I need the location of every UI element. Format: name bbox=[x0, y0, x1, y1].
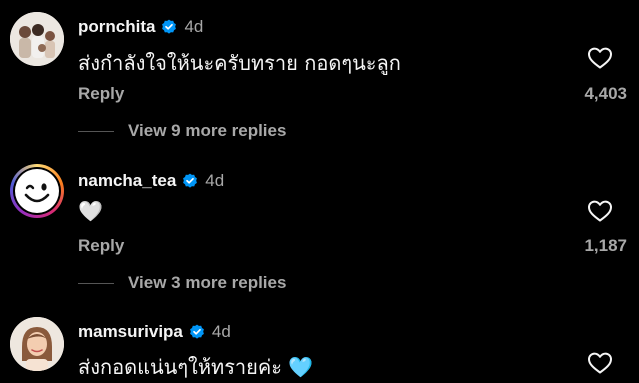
heart-icon[interactable] bbox=[587, 351, 613, 375]
view-more-replies[interactable]: View 9 more replies bbox=[78, 121, 286, 141]
comment-header: namcha_tea 4d bbox=[78, 169, 224, 193]
view-more-replies[interactable]: View 3 more replies bbox=[78, 273, 286, 293]
username[interactable]: namcha_tea bbox=[78, 171, 176, 191]
family-photo-avatar bbox=[10, 12, 64, 66]
timestamp: 4d bbox=[205, 171, 225, 190]
comment-header: mamsurivipa 4d bbox=[78, 320, 231, 344]
verified-badge-icon bbox=[183, 173, 198, 188]
username[interactable]: mamsurivipa bbox=[78, 322, 183, 342]
heart-icon[interactable] bbox=[587, 199, 613, 223]
avatar[interactable] bbox=[10, 317, 64, 371]
view-more-replies-label[interactable]: View 9 more replies bbox=[128, 121, 286, 141]
verified-badge-icon bbox=[189, 324, 204, 339]
smiley-face-avatar bbox=[15, 169, 59, 213]
comment-text: 🤍 bbox=[78, 199, 103, 223]
timestamp: 4d bbox=[184, 17, 204, 36]
reply-button[interactable]: Reply bbox=[78, 236, 124, 256]
view-more-replies-label[interactable]: View 3 more replies bbox=[128, 273, 286, 293]
timestamp: 4d bbox=[211, 322, 231, 341]
verified-badge-icon bbox=[162, 19, 177, 34]
username[interactable]: pornchita bbox=[78, 17, 155, 37]
heart-icon[interactable] bbox=[587, 46, 613, 70]
comment-header: pornchita 4d bbox=[78, 15, 203, 39]
like-count: 1,187 bbox=[584, 236, 627, 255]
like-count: 4,403 bbox=[584, 84, 627, 103]
divider-line bbox=[78, 130, 114, 132]
comment-text: ส่งกำลังใจให้นะครับทราย กอดๆนะลูก bbox=[78, 51, 401, 75]
divider-line bbox=[78, 282, 114, 284]
avatar[interactable] bbox=[10, 164, 64, 218]
woman-photo-avatar bbox=[10, 317, 64, 371]
reply-button[interactable]: Reply bbox=[78, 84, 124, 104]
avatar[interactable] bbox=[10, 12, 64, 66]
comment-text: ส่งกอดแน่นๆให้ทรายค่ะ 🩵 bbox=[78, 355, 314, 379]
